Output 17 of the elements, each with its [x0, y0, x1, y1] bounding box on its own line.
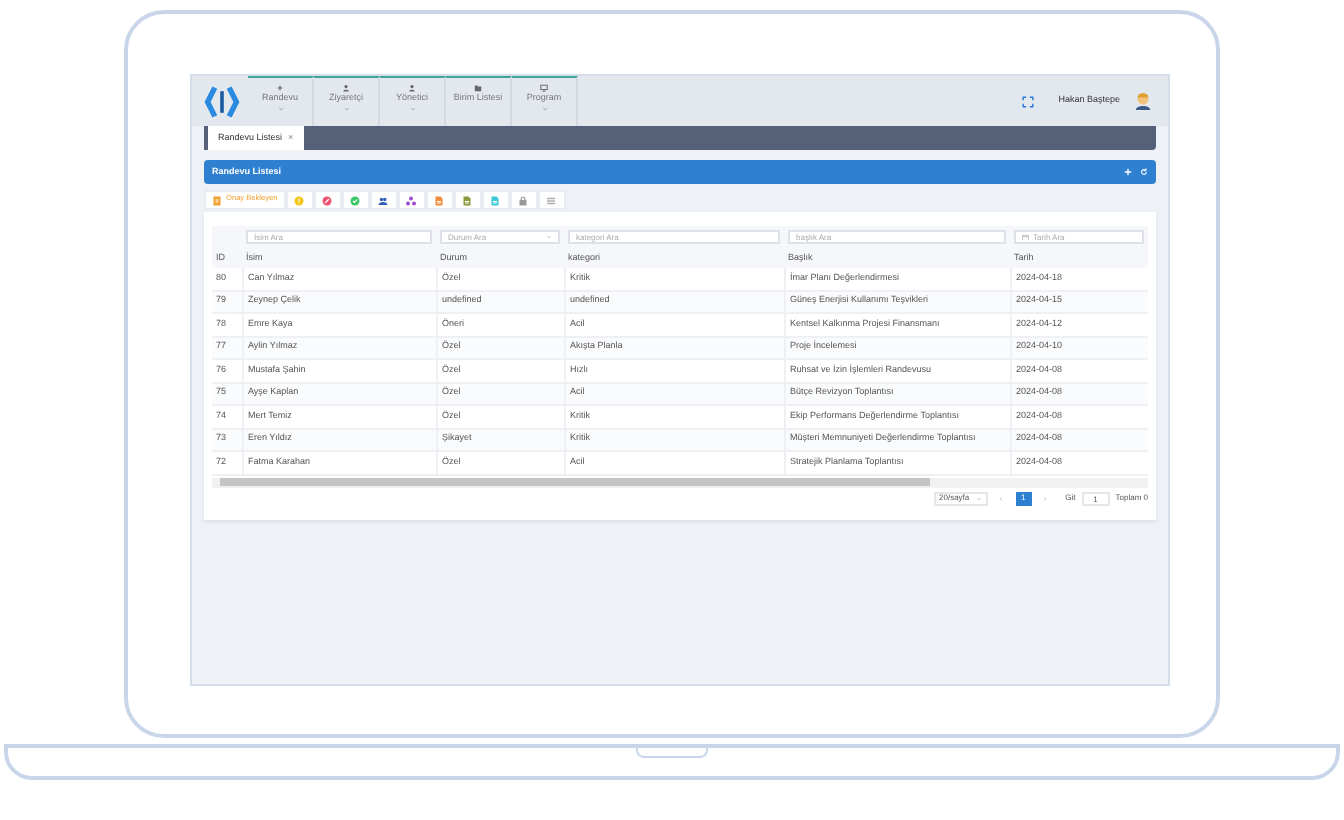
toolbar-button[interactable]	[509, 190, 538, 210]
toolbar-button[interactable]	[453, 190, 482, 210]
avatar-icon[interactable]	[1134, 92, 1152, 110]
plus-icon	[276, 84, 284, 92]
person-icon	[342, 84, 350, 92]
fullscreen-icon[interactable]	[1022, 95, 1035, 107]
toolbar-button[interactable]	[313, 190, 342, 210]
toolbar-button[interactable]	[369, 190, 398, 210]
toolbar-button[interactable]	[397, 190, 426, 210]
refresh-icon[interactable]	[1140, 168, 1148, 176]
calendar-icon	[1022, 233, 1029, 241]
add-icon[interactable]	[1124, 168, 1132, 176]
folder-icon	[474, 84, 482, 92]
logo-icon	[204, 83, 240, 119]
person-icon	[408, 84, 416, 92]
horizontal-scrollbar[interactable]	[212, 477, 1148, 487]
monitor-icon	[540, 84, 548, 92]
